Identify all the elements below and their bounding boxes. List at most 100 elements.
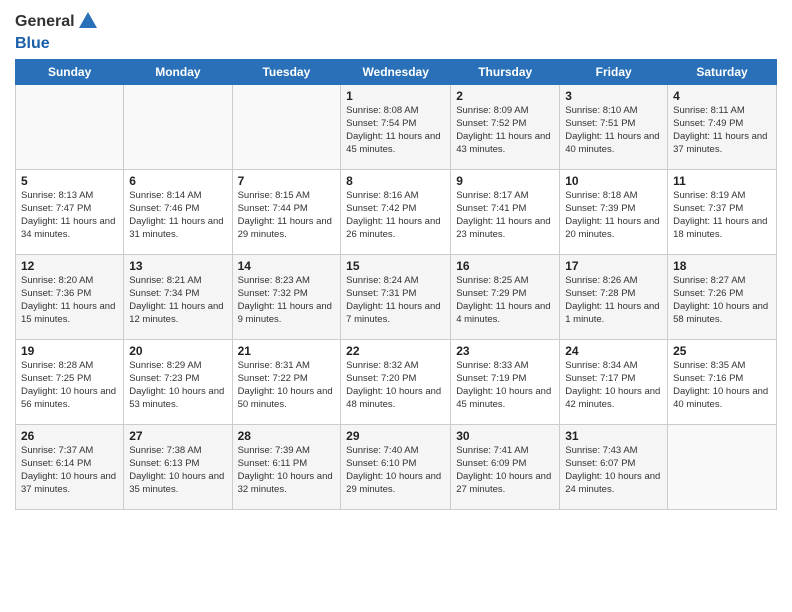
calendar-cell: 8 Sunrise: 8:16 AM Sunset: 7:42 PM Daylig… (341, 170, 451, 255)
day-info: Sunrise: 8:21 AM Sunset: 7:34 PM Dayligh… (129, 275, 226, 326)
calendar-cell: 27 Sunrise: 7:38 AM Sunset: 6:13 PM Dayli… (124, 425, 232, 510)
day-info: Sunrise: 8:14 AM Sunset: 7:46 PM Dayligh… (129, 190, 226, 241)
weekday-header-thursday: Thursday (451, 60, 560, 85)
day-info: Sunrise: 8:27 AM Sunset: 7:26 PM Dayligh… (673, 275, 771, 326)
day-number: 21 (238, 344, 336, 358)
day-info: Sunrise: 8:19 AM Sunset: 7:37 PM Dayligh… (673, 190, 771, 241)
weekday-header-monday: Monday (124, 60, 232, 85)
calendar-cell: 1 Sunrise: 8:08 AM Sunset: 7:54 PM Daylig… (341, 85, 451, 170)
day-info: Sunrise: 8:18 AM Sunset: 7:39 PM Dayligh… (565, 190, 662, 241)
day-info: Sunrise: 8:34 AM Sunset: 7:17 PM Dayligh… (565, 360, 662, 411)
calendar-cell: 26 Sunrise: 7:37 AM Sunset: 6:14 PM Dayli… (16, 425, 124, 510)
logo-general: General (15, 13, 75, 30)
calendar-cell (16, 85, 124, 170)
calendar-cell: 7 Sunrise: 8:15 AM Sunset: 7:44 PM Daylig… (232, 170, 341, 255)
day-number: 10 (565, 174, 662, 188)
calendar-cell: 20 Sunrise: 8:29 AM Sunset: 7:23 PM Dayli… (124, 340, 232, 425)
day-number: 8 (346, 174, 445, 188)
day-info: Sunrise: 8:13 AM Sunset: 7:47 PM Dayligh… (21, 190, 118, 241)
page-container: General Blue SundayMondayTuesdayWednesda… (0, 0, 792, 525)
weekday-header-tuesday: Tuesday (232, 60, 341, 85)
day-info: Sunrise: 8:24 AM Sunset: 7:31 PM Dayligh… (346, 275, 445, 326)
day-number: 7 (238, 174, 336, 188)
calendar-cell: 5 Sunrise: 8:13 AM Sunset: 7:47 PM Daylig… (16, 170, 124, 255)
day-number: 14 (238, 259, 336, 273)
day-info: Sunrise: 8:32 AM Sunset: 7:20 PM Dayligh… (346, 360, 445, 411)
calendar-cell: 12 Sunrise: 8:20 AM Sunset: 7:36 PM Dayli… (16, 255, 124, 340)
day-info: Sunrise: 8:25 AM Sunset: 7:29 PM Dayligh… (456, 275, 554, 326)
calendar-cell (124, 85, 232, 170)
header: General Blue (15, 10, 777, 53)
calendar-table: SundayMondayTuesdayWednesdayThursdayFrid… (15, 59, 777, 510)
day-info: Sunrise: 7:37 AM Sunset: 6:14 PM Dayligh… (21, 445, 118, 496)
weekday-header-saturday: Saturday (668, 60, 777, 85)
calendar-cell: 29 Sunrise: 7:40 AM Sunset: 6:10 PM Dayli… (341, 425, 451, 510)
day-info: Sunrise: 8:15 AM Sunset: 7:44 PM Dayligh… (238, 190, 336, 241)
day-info: Sunrise: 8:33 AM Sunset: 7:19 PM Dayligh… (456, 360, 554, 411)
day-number: 6 (129, 174, 226, 188)
calendar-cell: 21 Sunrise: 8:31 AM Sunset: 7:22 PM Dayli… (232, 340, 341, 425)
day-number: 20 (129, 344, 226, 358)
calendar-cell (232, 85, 341, 170)
day-info: Sunrise: 8:29 AM Sunset: 7:23 PM Dayligh… (129, 360, 226, 411)
calendar-cell: 14 Sunrise: 8:23 AM Sunset: 7:32 PM Dayli… (232, 255, 341, 340)
calendar-cell: 3 Sunrise: 8:10 AM Sunset: 7:51 PM Daylig… (560, 85, 668, 170)
calendar-cell: 18 Sunrise: 8:27 AM Sunset: 7:26 PM Dayli… (668, 255, 777, 340)
weekday-header-friday: Friday (560, 60, 668, 85)
calendar-cell: 28Sunrise: 7:39 AM Sunset: 6:11 PM Dayli… (232, 425, 341, 510)
logo-icon (77, 10, 99, 32)
day-number: 11 (673, 174, 771, 188)
day-number: 1 (346, 89, 445, 103)
day-number: 26 (21, 429, 118, 443)
calendar-cell: 30Sunrise: 7:41 AM Sunset: 6:09 PM Dayli… (451, 425, 560, 510)
day-number: 31 (565, 429, 662, 443)
logo-blue: Blue (15, 35, 50, 52)
day-number: 15 (346, 259, 445, 273)
day-number: 27 (129, 429, 226, 443)
day-info: Sunrise: 8:20 AM Sunset: 7:36 PM Dayligh… (21, 275, 118, 326)
calendar-week-3: 12 Sunrise: 8:20 AM Sunset: 7:36 PM Dayli… (16, 255, 777, 340)
weekday-header-row: SundayMondayTuesdayWednesdayThursdayFrid… (16, 60, 777, 85)
day-number: 12 (21, 259, 118, 273)
day-number: 16 (456, 259, 554, 273)
calendar-cell: 2 Sunrise: 8:09 AM Sunset: 7:52 PM Daylig… (451, 85, 560, 170)
day-info: Sunrise: 8:09 AM Sunset: 7:52 PM Dayligh… (456, 105, 554, 156)
day-number: 29 (346, 429, 445, 443)
day-info: Sunrise: 8:08 AM Sunset: 7:54 PM Dayligh… (346, 105, 445, 156)
calendar-week-4: 19 Sunrise: 8:28 AM Sunset: 7:25 PM Dayli… (16, 340, 777, 425)
calendar-week-1: 1 Sunrise: 8:08 AM Sunset: 7:54 PM Daylig… (16, 85, 777, 170)
calendar-cell: 13Sunrise: 8:21 AM Sunset: 7:34 PM Dayli… (124, 255, 232, 340)
weekday-header-wednesday: Wednesday (341, 60, 451, 85)
calendar-cell: 15 Sunrise: 8:24 AM Sunset: 7:31 PM Dayli… (341, 255, 451, 340)
day-number: 30 (456, 429, 554, 443)
day-number: 24 (565, 344, 662, 358)
day-number: 18 (673, 259, 771, 273)
day-info: Sunrise: 7:38 AM Sunset: 6:13 PM Dayligh… (129, 445, 226, 496)
day-info: Sunrise: 8:16 AM Sunset: 7:42 PM Dayligh… (346, 190, 445, 241)
calendar-cell: 23 Sunrise: 8:33 AM Sunset: 7:19 PM Dayli… (451, 340, 560, 425)
day-info: Sunrise: 7:40 AM Sunset: 6:10 PM Dayligh… (346, 445, 445, 496)
calendar-cell: 25 Sunrise: 8:35 AM Sunset: 7:16 PM Dayli… (668, 340, 777, 425)
calendar-cell: 16 Sunrise: 8:25 AM Sunset: 7:29 PM Dayli… (451, 255, 560, 340)
day-number: 22 (346, 344, 445, 358)
calendar-week-5: 26 Sunrise: 7:37 AM Sunset: 6:14 PM Dayli… (16, 425, 777, 510)
day-number: 23 (456, 344, 554, 358)
day-info: Sunrise: 8:28 AM Sunset: 7:25 PM Dayligh… (21, 360, 118, 411)
calendar-cell (668, 425, 777, 510)
day-info: Sunrise: 8:35 AM Sunset: 7:16 PM Dayligh… (673, 360, 771, 411)
day-number: 4 (673, 89, 771, 103)
day-info: Sunrise: 8:31 AM Sunset: 7:22 PM Dayligh… (238, 360, 336, 411)
day-number: 25 (673, 344, 771, 358)
calendar-cell: 9Sunrise: 8:17 AM Sunset: 7:41 PM Daylig… (451, 170, 560, 255)
calendar-cell: 6 Sunrise: 8:14 AM Sunset: 7:46 PM Daylig… (124, 170, 232, 255)
day-number: 17 (565, 259, 662, 273)
day-info: Sunrise: 8:17 AM Sunset: 7:41 PM Dayligh… (456, 190, 554, 241)
day-number: 19 (21, 344, 118, 358)
day-number: 5 (21, 174, 118, 188)
day-number: 3 (565, 89, 662, 103)
calendar-cell: 19 Sunrise: 8:28 AM Sunset: 7:25 PM Dayli… (16, 340, 124, 425)
day-info: Sunrise: 8:10 AM Sunset: 7:51 PM Dayligh… (565, 105, 662, 156)
day-number: 2 (456, 89, 554, 103)
calendar-cell: 17Sunrise: 8:26 AM Sunset: 7:28 PM Dayli… (560, 255, 668, 340)
day-info: Sunrise: 8:23 AM Sunset: 7:32 PM Dayligh… (238, 275, 336, 326)
